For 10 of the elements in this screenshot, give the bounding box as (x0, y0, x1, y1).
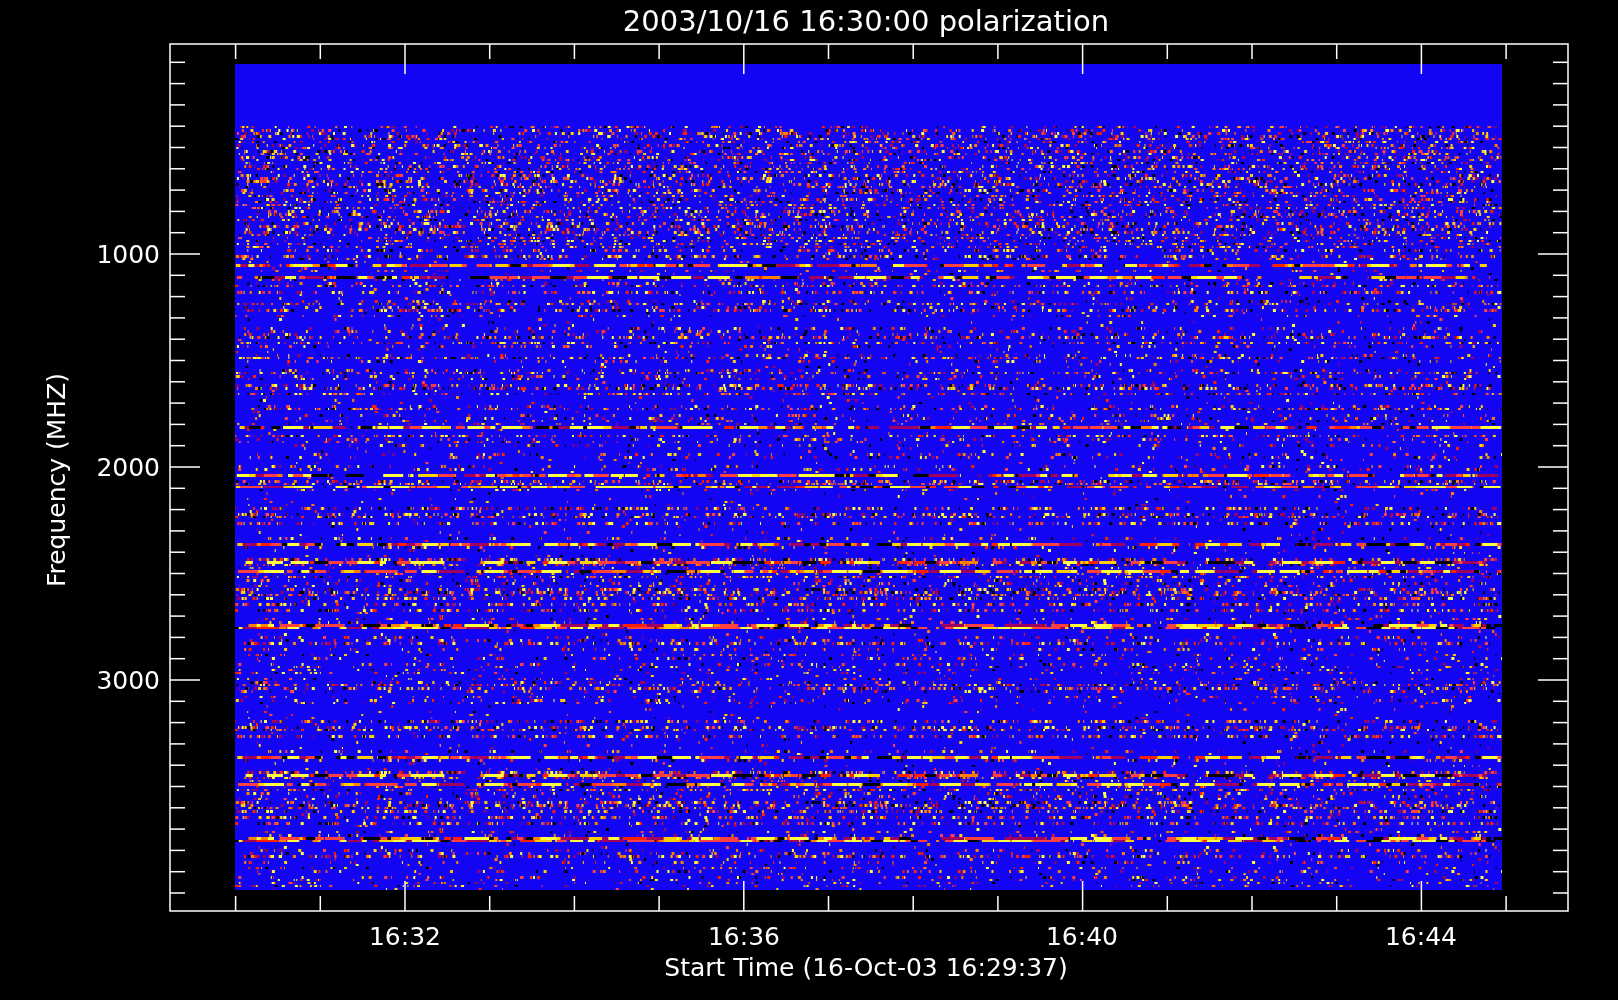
x-tick-label: 16:36 (708, 922, 780, 951)
x-axis-label: Start Time (16-Oct-03 16:29:37) (664, 953, 1068, 982)
x-tick-label: 16:40 (1046, 922, 1118, 951)
y-tick-label: 2000 (96, 453, 160, 482)
plot-title: 2003/10/16 16:30:00 polarization (622, 4, 1110, 38)
x-tick-label: 16:44 (1385, 922, 1457, 951)
y-axis-label: Frequency (MHZ) (42, 372, 71, 588)
y-tick-label: 1000 (96, 240, 160, 269)
x-tick-label: 16:32 (369, 922, 441, 951)
y-tick-label: 3000 (96, 666, 160, 695)
